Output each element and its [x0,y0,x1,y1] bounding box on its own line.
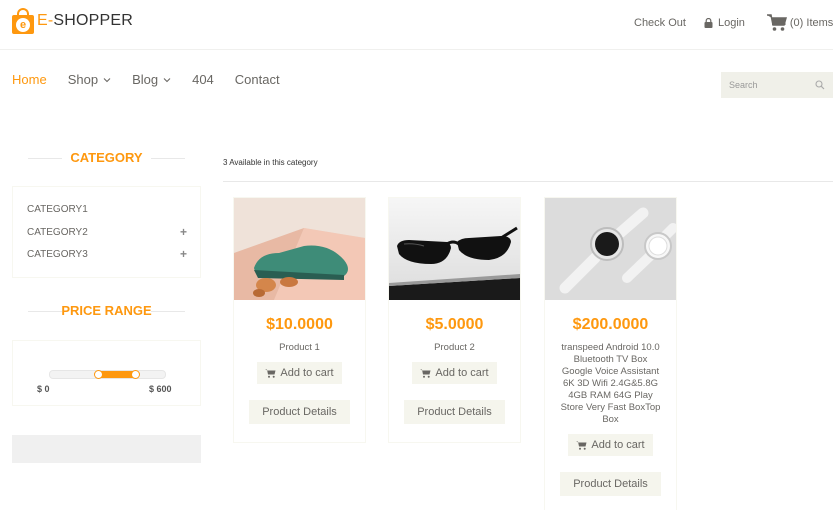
category-panel: CATEGORY1 CATEGORY2 + CATEGORY3 + [12,186,201,278]
product-image[interactable] [545,198,676,300]
logo-name: SHOPPER [53,12,134,29]
logo-prefix: E- [37,12,54,29]
price-range-title: PRICE RANGE [12,303,201,318]
cart-icon [576,441,587,450]
chevron-down-icon [163,77,171,82]
nav-blog[interactable]: Blog [132,72,171,87]
category-item[interactable]: CATEGORY3 + [27,248,187,260]
product-card: $5.0000 Product 2 Add to cart Product De… [388,197,521,443]
sidebar-placeholder-block [12,435,201,463]
add-to-cart-label: Add to cart [591,439,645,451]
login-label: Login [717,17,745,29]
add-to-cart-label: Add to cart [280,367,334,379]
product-price: $200.0000 [572,316,649,333]
plus-icon[interactable]: + [180,226,187,238]
product-price: $5.0000 [425,316,484,333]
search-box [721,72,833,98]
nav-shop-label: Shop [67,72,99,87]
plus-icon[interactable]: + [180,248,187,260]
lock-icon [704,18,713,28]
available-count: 3 Available in this category [223,158,318,167]
product-details-button[interactable]: Product Details [560,472,661,496]
product-card: $200.0000 transpeed Android 10.0 Bluetoo… [544,197,677,510]
add-to-cart-button[interactable]: Add to cart [412,362,497,384]
price-range-panel: $ 0 $ 600 [12,340,201,406]
category-title: CATEGORY [12,150,201,165]
product-name[interactable]: Product 1 [234,342,365,354]
category-label: CATEGORY1 [27,204,88,215]
product-price: $10.0000 [266,316,333,333]
logo-text: E-SHOPPER [37,12,133,30]
search-icon[interactable] [815,80,825,90]
add-to-cart-button[interactable]: Add to cart [257,362,342,384]
category-label: CATEGORY2 [27,227,88,238]
search-input[interactable] [729,80,809,90]
price-slider-handle-max[interactable] [131,370,141,379]
add-to-cart-button[interactable]: Add to cart [568,434,653,456]
product-name[interactable]: Product 2 [389,342,520,354]
checkout-link[interactable]: Check Out [634,17,686,29]
cart-icon [265,369,276,378]
cart-link[interactable]: (0) Items $0 [766,14,833,32]
login-link[interactable]: Login [704,17,745,29]
category-item[interactable]: CATEGORY2 + [27,226,187,238]
category-label: CATEGORY3 [27,249,88,260]
divider [223,181,833,182]
category-item[interactable]: CATEGORY1 [27,204,187,215]
product-details-button[interactable]: Product Details [404,400,505,424]
top-header: e E-SHOPPER Check Out Login (0) Items $0 [0,0,833,50]
chevron-down-icon [103,77,111,82]
main-nav: Home Shop Blog 404 Contact [12,72,301,87]
product-card: $10.0000 Product 1 Add to cart Product D… [233,197,366,443]
nav-contact[interactable]: Contact [235,72,280,87]
logo-letter: e [16,18,30,32]
nav-shop[interactable]: Shop [68,72,111,87]
shopping-bag-logo-icon: e [12,8,34,34]
cart-label: (0) Items $0 [789,17,833,29]
product-image[interactable] [234,198,365,300]
header-links: Check Out Login (0) Items $0 [634,14,833,32]
logo[interactable]: e E-SHOPPER [12,8,133,34]
cart-icon [766,14,787,31]
cart-icon [420,369,431,378]
product-name[interactable]: transpeed Android 10.0 Bluetooth TV Box … [545,342,676,426]
product-image[interactable] [389,198,520,300]
price-min-label: $ 0 [37,384,50,394]
product-details-button[interactable]: Product Details [249,400,350,424]
nav-blog-label: Blog [132,72,159,87]
price-slider-track[interactable] [49,370,166,379]
nav-404[interactable]: 404 [192,72,214,87]
add-to-cart-label: Add to cart [435,367,489,379]
price-max-label: $ 600 [149,384,172,394]
nav-home[interactable]: Home [12,72,47,87]
